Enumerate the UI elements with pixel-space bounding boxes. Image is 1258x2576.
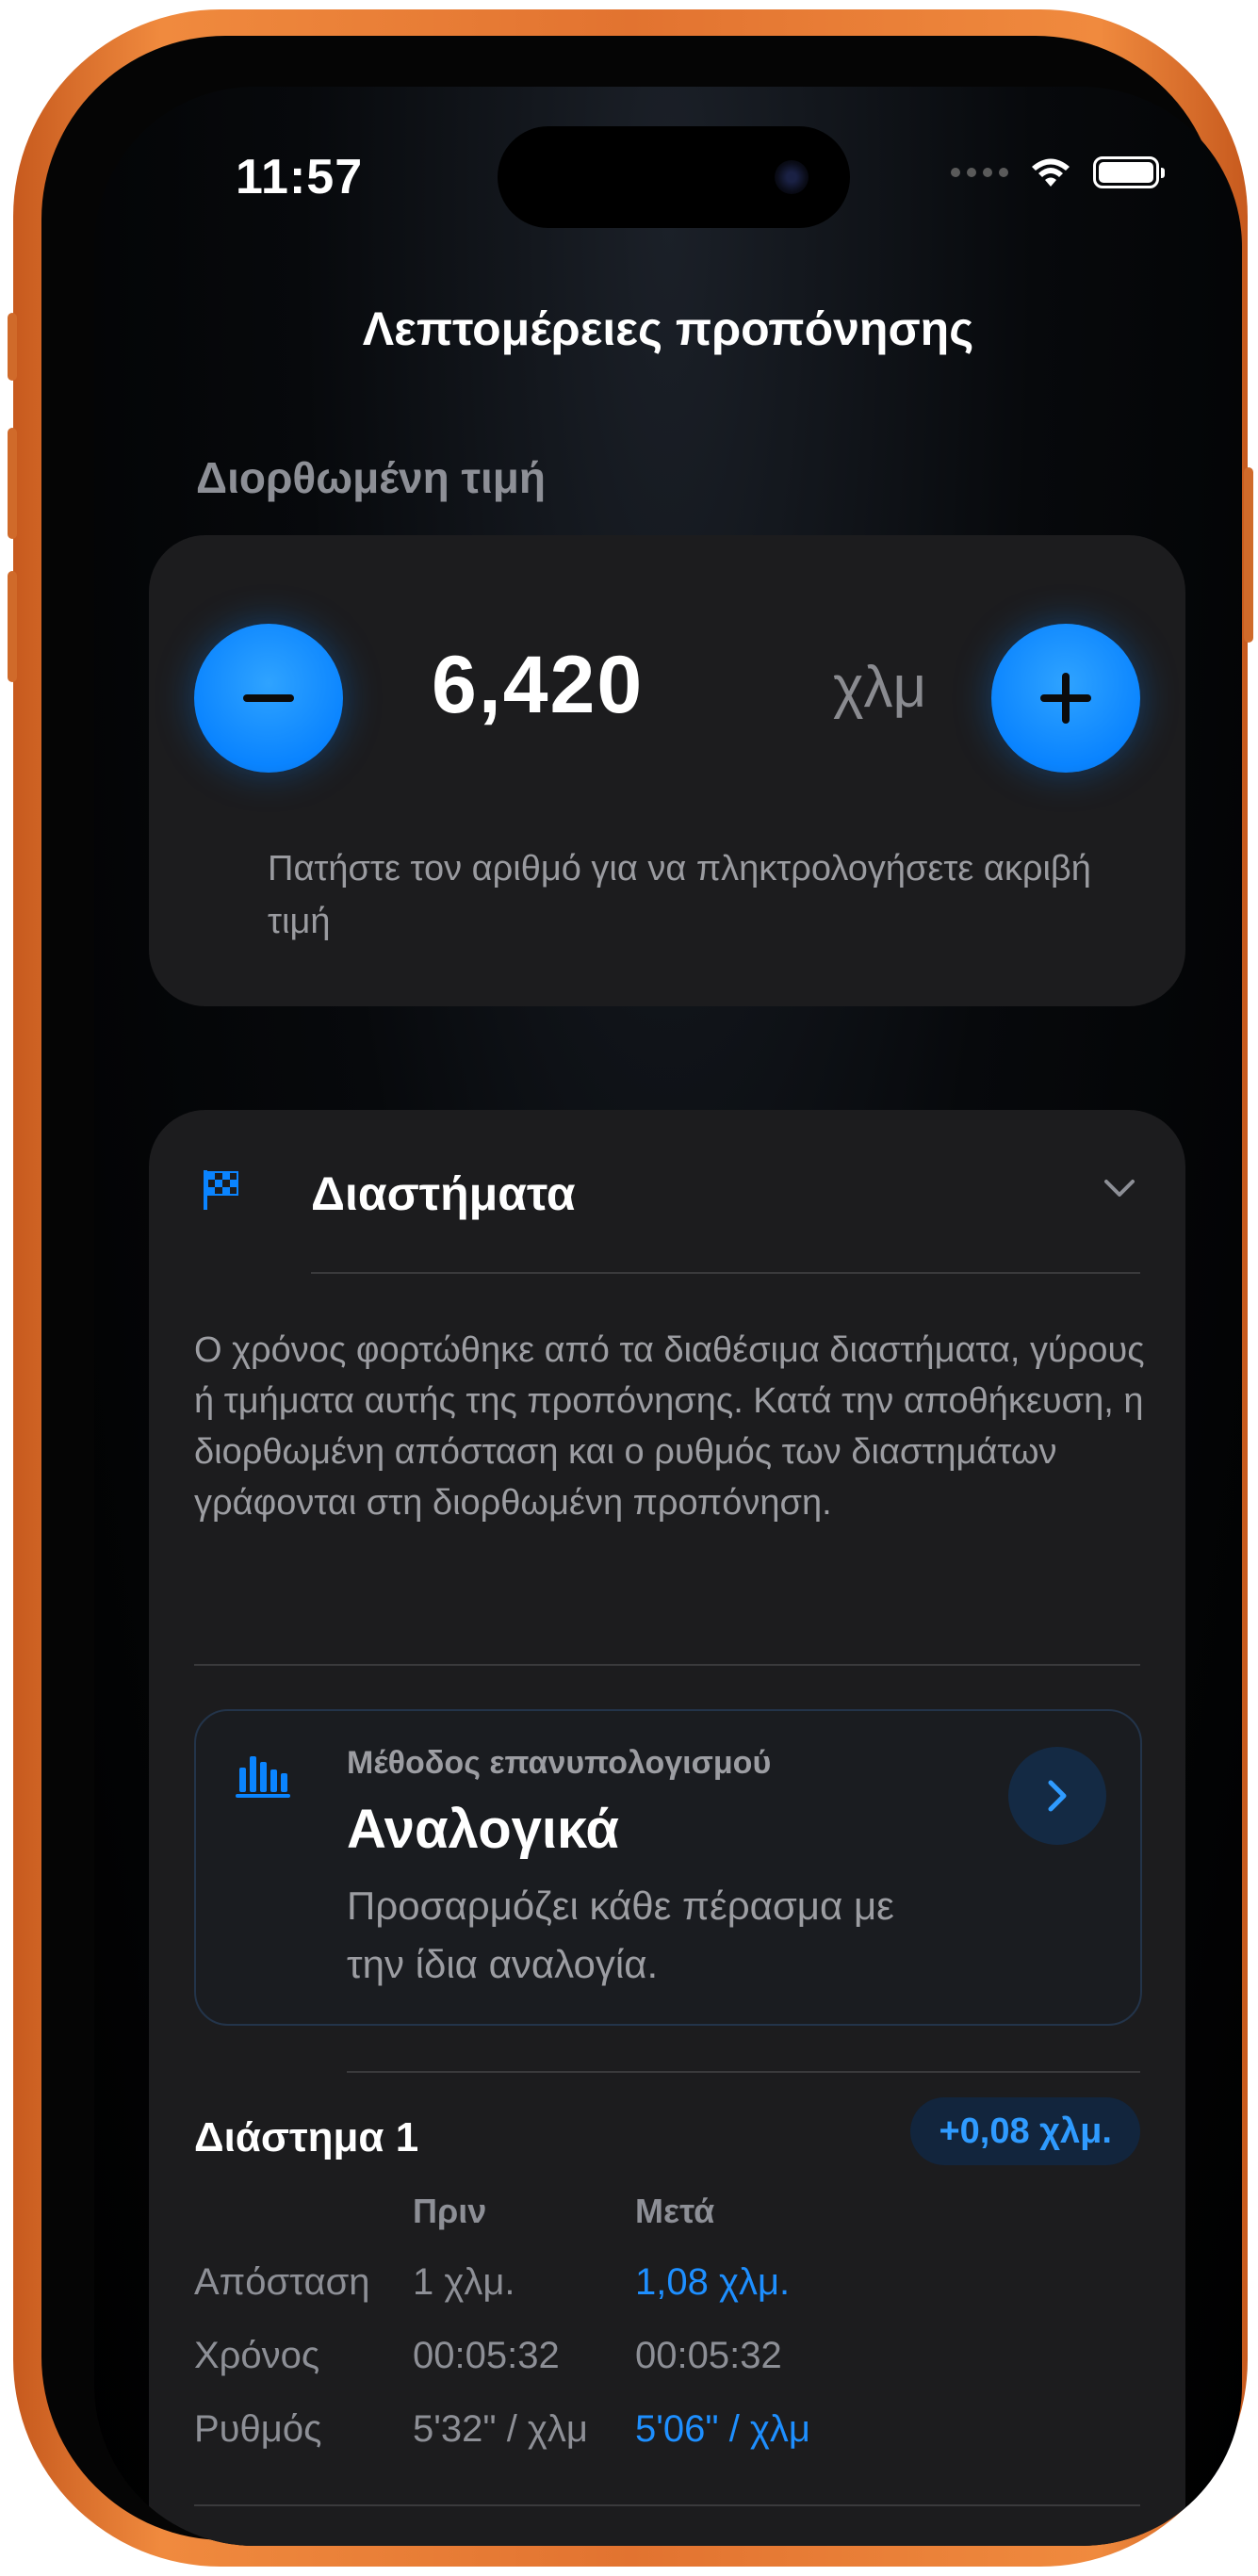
time-before: 00:05:32 — [413, 2335, 560, 2376]
hint-text: Πατήστε τον αριθμό για να πληκτρολογήσετ… — [268, 849, 1091, 941]
status-time: 11:57 — [236, 150, 364, 204]
divider — [194, 2504, 1140, 2506]
distance-value[interactable]: 6,420 — [432, 639, 644, 732]
camera-icon — [775, 160, 809, 194]
page-title: Λεπτομέρειες προπόνησης — [362, 302, 974, 355]
status-indicators — [951, 156, 1165, 188]
decrement-button[interactable] — [194, 624, 343, 773]
row-label-pace: Ρυθμός — [194, 2408, 322, 2450]
minus-icon — [243, 673, 294, 724]
row-label-distance: Απόσταση — [194, 2261, 370, 2303]
divider — [311, 1272, 1140, 1274]
intervals-title[interactable]: Διαστήματα — [311, 1166, 576, 1221]
interval-name: Διάστημα 1 — [194, 2114, 419, 2160]
chevron-down-icon[interactable] — [1103, 1178, 1136, 1200]
column-after: Μετά — [635, 2192, 715, 2230]
method-chevron-button[interactable] — [1008, 1747, 1106, 1845]
chevron-right-icon — [1048, 1780, 1067, 1812]
wifi-icon — [1032, 158, 1070, 187]
column-before: Πριν — [413, 2192, 487, 2230]
distance-before: 1 χλμ. — [413, 2261, 515, 2303]
intervals-description: Ο χρόνος φορτώθηκε από τα διαθέσιμα διασ… — [194, 1330, 1145, 1523]
corrected-value-label: Διορθωμένη τιμή — [196, 453, 547, 502]
increment-button[interactable] — [991, 624, 1140, 773]
cellular-signal-icon — [951, 168, 1008, 177]
method-description: Προσαρμόζει κάθε πέρασμα με την ίδια ανα… — [347, 1883, 894, 1986]
screen: 11:57 Λεπτομέρειες προπόνησης Διορθωμένη… — [94, 87, 1242, 2546]
corrected-value-card: 6,420 χλμ Πατήστε τον αριθμό για να πληκ… — [149, 535, 1185, 1006]
action-button — [8, 313, 17, 381]
recalculation-method-row[interactable]: Μέθοδος επανυπολογισμού Αναλογικά Προσαρ… — [194, 1709, 1142, 2026]
delta-badge: +0,08 χλμ. — [910, 2097, 1140, 2165]
pace-before: 5'32" / χλμ — [413, 2408, 588, 2450]
divider — [347, 2071, 1140, 2073]
bezel: 11:57 Λεπτομέρειες προπόνησης Διορθωμένη… — [41, 36, 1242, 2546]
method-label: Μέθοδος επανυπολογισμού — [347, 1745, 772, 1781]
dynamic-island — [498, 126, 850, 228]
row-label-time: Χρόνος — [194, 2335, 320, 2376]
method-value: Αναλογικά — [347, 1799, 620, 1860]
battery-icon — [1093, 156, 1165, 188]
volume-down-button — [8, 571, 17, 682]
power-button — [1244, 467, 1253, 643]
time-after: 00:05:32 — [635, 2335, 782, 2376]
bar-chart-icon — [236, 1756, 290, 1798]
distance-after: 1,08 χλμ. — [635, 2261, 791, 2303]
divider — [194, 1664, 1140, 1666]
phone-frame: 11:57 Λεπτομέρειες προπόνησης Διορθωμένη… — [8, 9, 1253, 2567]
plus-icon — [1040, 673, 1091, 724]
pace-after: 5'06" / χλμ — [635, 2408, 810, 2450]
distance-unit: χλμ — [833, 655, 927, 720]
checkered-flag-icon — [204, 1170, 238, 1210]
volume-up-button — [8, 428, 17, 539]
intervals-card: Διαστήματα Ο χρόνος φορτώθηκε από τα δια… — [149, 1110, 1185, 2546]
